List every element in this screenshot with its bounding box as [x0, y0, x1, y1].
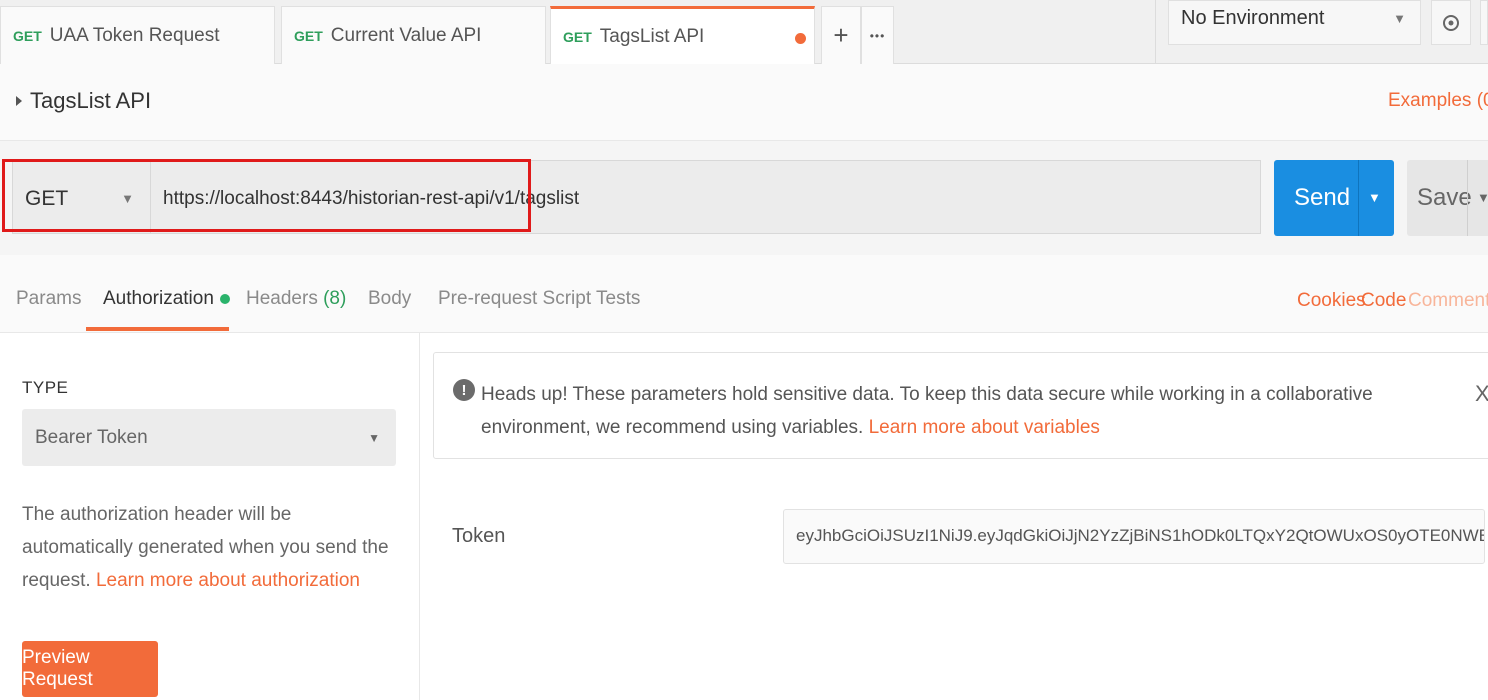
tab-label: UAA Token Request	[49, 24, 220, 46]
url-input[interactable]: https://localhost:8443/historian-rest-ap…	[151, 160, 1261, 234]
tab-authorization-label: Authorization	[103, 288, 214, 309]
token-input[interactable]: eyJhbGciOiJSUzI1NiJ9.eyJqdGkiOiJjN2YzZjB…	[783, 509, 1485, 564]
learn-more-authorization-link[interactable]: Learn more about authorization	[96, 570, 360, 591]
divider	[1358, 160, 1359, 236]
save-label: Save	[1417, 184, 1472, 211]
tab-method: GET	[294, 27, 323, 44]
tab-label: TagsList API	[599, 26, 705, 47]
tab-method: GET	[563, 29, 592, 45]
preview-request-button[interactable]: Preview Request	[22, 641, 158, 697]
tab-tagslist-api[interactable]: GET TagsList API	[550, 6, 815, 65]
send-label: Send	[1294, 184, 1351, 211]
tab-tests[interactable]: Tests	[596, 288, 640, 310]
save-button[interactable]: Save ▼	[1407, 160, 1488, 236]
request-title-text: TagsList API	[30, 88, 152, 113]
tab-authorization[interactable]: Authorization	[103, 288, 230, 310]
examples-link[interactable]: Examples (0)	[1388, 90, 1488, 112]
request-title-bar	[0, 64, 1488, 141]
comments-link[interactable]: Comments (	[1408, 290, 1488, 312]
tab-label: Current Value API	[330, 24, 482, 46]
headers-count: (8)	[323, 288, 347, 309]
more-tabs-button[interactable]: •••	[861, 6, 894, 64]
chevron-down-icon: ▼	[121, 191, 134, 206]
eye-icon	[1443, 14, 1459, 31]
send-button[interactable]: Send ▼	[1274, 160, 1394, 236]
chevron-down-icon[interactable]: ▼	[1477, 190, 1488, 205]
divider	[1467, 160, 1468, 236]
cookies-link[interactable]: Cookies	[1297, 290, 1366, 312]
tab-uaa-token-request[interactable]: GET UAA Token Request	[0, 6, 275, 64]
unsaved-dot-icon	[795, 33, 806, 44]
tab-body[interactable]: Body	[368, 288, 411, 310]
caret-right-icon	[16, 96, 22, 106]
chevron-down-icon: ▼	[1393, 11, 1406, 26]
tab-params[interactable]: Params	[16, 288, 81, 310]
new-tab-button[interactable]: +	[821, 6, 861, 64]
auth-type-label: TYPE	[22, 378, 69, 397]
notice-text: Heads up! These parameters hold sensitiv…	[481, 378, 1456, 444]
method-value: GET	[25, 187, 69, 210]
environment-quick-look-button[interactable]	[1431, 0, 1471, 45]
alert-icon: !	[453, 379, 475, 401]
chevron-down-icon[interactable]: ▼	[1368, 190, 1381, 205]
method-select[interactable]: GET ▼	[12, 160, 151, 234]
tab-pre-request-script[interactable]: Pre-request Script	[438, 288, 591, 310]
tab-headers[interactable]: Headers (8)	[246, 288, 346, 310]
environment-value: No Environment	[1181, 7, 1325, 29]
status-dot-icon	[219, 293, 230, 304]
learn-more-variables-link[interactable]: Learn more about variables	[869, 417, 1100, 438]
divider	[1155, 0, 1156, 64]
close-icon[interactable]: X	[1475, 381, 1488, 407]
tab-current-value-api[interactable]: GET Current Value API	[281, 6, 546, 64]
auth-description: The authorization header will be automat…	[22, 498, 402, 597]
chevron-down-icon: ▼	[368, 431, 380, 445]
code-link[interactable]: Code	[1361, 290, 1406, 312]
request-title[interactable]: TagsList API	[16, 88, 151, 114]
auth-type-select[interactable]: Bearer Token ▼	[22, 409, 396, 466]
environment-select[interactable]: No Environment ▼	[1168, 0, 1421, 45]
auth-type-value: Bearer Token	[35, 427, 148, 448]
settings-button[interactable]	[1480, 0, 1488, 45]
token-label: Token	[452, 525, 506, 547]
tab-method: GET	[13, 27, 42, 44]
tab-headers-label: Headers	[246, 288, 318, 309]
active-tab-indicator	[86, 327, 229, 331]
